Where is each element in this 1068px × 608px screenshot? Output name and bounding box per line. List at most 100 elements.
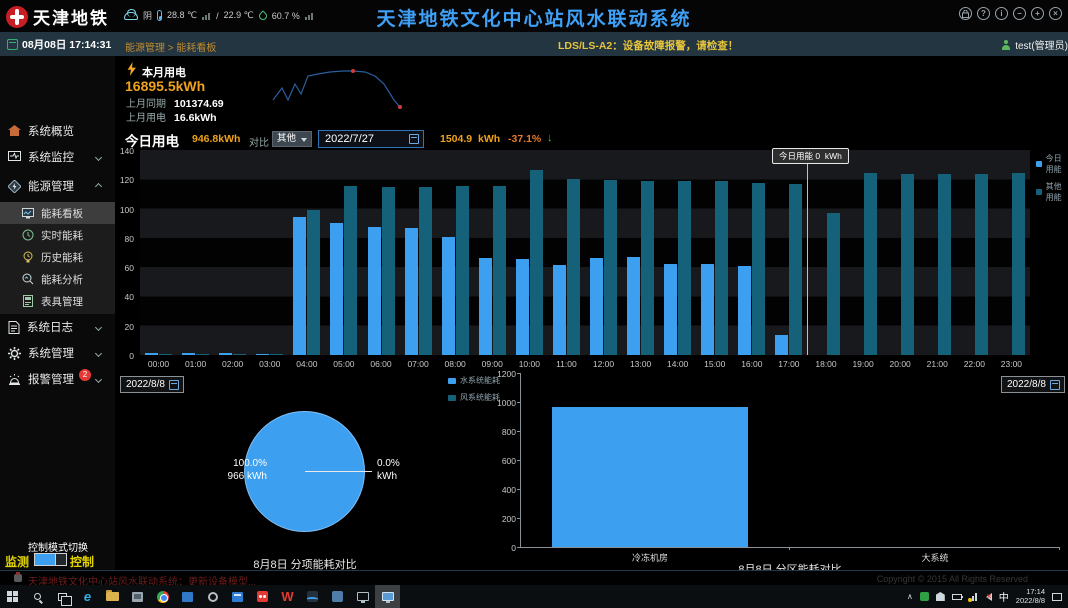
hourly-bar[interactable] — [442, 237, 455, 355]
hourly-bar[interactable] — [590, 258, 603, 355]
legend-item[interactable]: 今日用能 — [1036, 153, 1068, 175]
hourly-bar[interactable] — [678, 181, 691, 355]
settings-app[interactable] — [200, 585, 225, 608]
sidebar-item-energy-dashboard[interactable]: 能耗看板 — [0, 202, 115, 224]
info-icon[interactable]: i — [995, 7, 1008, 20]
maximize-icon[interactable]: + — [1031, 7, 1044, 20]
windows-icon — [7, 591, 18, 602]
hourly-bar[interactable] — [827, 213, 840, 355]
hourly-bar[interactable] — [864, 173, 877, 355]
network-icon[interactable] — [969, 593, 979, 601]
hourly-bar[interactable] — [738, 266, 751, 355]
start-button[interactable] — [0, 585, 25, 608]
volume-muted-icon[interactable] — [986, 593, 992, 601]
computer-app[interactable] — [350, 585, 375, 608]
sidebar-item-label: 系统监控 — [28, 149, 74, 165]
taskbar-clock[interactable]: 17:14 2022/8/8 — [1016, 588, 1045, 605]
hourly-bar[interactable] — [330, 223, 343, 355]
lock-icon[interactable] — [959, 7, 972, 20]
action-center-icon[interactable] — [1052, 593, 1062, 601]
hourly-bar[interactable] — [604, 180, 617, 355]
hourly-bar[interactable] — [293, 217, 306, 355]
hourly-bar[interactable] — [701, 264, 714, 355]
hourly-bar[interactable] — [975, 174, 988, 355]
hourly-bar[interactable] — [664, 264, 677, 355]
sidebar-item-system-settings[interactable]: 系统管理 — [0, 340, 115, 366]
tray-expand-icon[interactable]: ∧ — [907, 592, 913, 601]
task-view-button[interactable] — [50, 585, 75, 608]
compare-date-input[interactable]: 2022/7/27 — [318, 130, 424, 148]
hourly-bar[interactable] — [775, 335, 788, 356]
internet-explorer[interactable]: e — [75, 585, 100, 608]
hourly-bar[interactable] — [901, 174, 914, 355]
breadcrumb[interactable]: 能源管理 > 能耗看板 — [125, 39, 216, 54]
hourly-bar[interactable] — [270, 354, 283, 355]
taskbar-search[interactable] — [25, 585, 50, 608]
hourly-bar[interactable] — [516, 259, 529, 355]
sidebar-item-realtime-energy[interactable]: 实时能耗 — [0, 224, 115, 246]
sunlogin-app[interactable] — [250, 585, 275, 608]
legend-item[interactable]: 风系统能耗 — [448, 392, 500, 403]
file-explorer[interactable] — [100, 585, 125, 608]
ime-indicator[interactable]: 中 — [999, 589, 1009, 604]
hourly-bar[interactable] — [553, 265, 566, 355]
hourly-bar[interactable] — [641, 181, 654, 355]
help-icon[interactable]: ? — [977, 7, 990, 20]
close-icon[interactable]: × — [1049, 7, 1062, 20]
wps-app[interactable]: W — [275, 585, 300, 608]
tray-gray-icon[interactable] — [936, 592, 945, 601]
hourly-bar[interactable] — [182, 353, 195, 355]
blue-app[interactable] — [175, 585, 200, 608]
hourly-bar[interactable] — [493, 186, 506, 355]
mode-toggle[interactable] — [34, 553, 67, 566]
hourly-bar[interactable] — [530, 170, 543, 355]
sidebar-item-system-log[interactable]: 系统日志 — [0, 314, 115, 340]
hourly-bar[interactable] — [233, 354, 246, 355]
hourly-bar[interactable] — [256, 354, 269, 355]
hourly-bar[interactable] — [752, 183, 765, 355]
control-mode-label: 控制模式切换 — [28, 539, 88, 554]
minimize-icon[interactable]: − — [1013, 7, 1026, 20]
hourly-bar[interactable] — [159, 354, 172, 355]
user-menu[interactable]: test(管理员) — [1001, 37, 1068, 52]
sidebar-item-energy-analysis[interactable]: 能耗分析 — [0, 268, 115, 290]
compare-select[interactable]: 其他 — [272, 131, 312, 147]
battery-icon[interactable] — [952, 594, 962, 600]
hourly-bar[interactable] — [938, 174, 951, 355]
hourly-bar[interactable] — [196, 354, 209, 355]
sidebar-item-energy-management[interactable]: 能源管理 — [0, 173, 115, 199]
hourly-bar[interactable] — [307, 210, 320, 355]
hourly-bar[interactable] — [344, 186, 357, 355]
sidebar-item-system-monitor[interactable]: 系统监控 — [0, 144, 115, 170]
pie-date-input[interactable]: 2022/8/8 — [120, 376, 184, 393]
region-bar[interactable] — [552, 407, 748, 547]
sidebar-item-history-energy[interactable]: 历史能耗 — [0, 246, 115, 268]
sidebar-item-alarm-management[interactable]: 报警管理 2 — [0, 366, 115, 392]
hourly-bar[interactable] — [789, 184, 802, 355]
hourly-bar[interactable] — [479, 258, 492, 355]
chrome[interactable] — [150, 585, 175, 608]
legend-item[interactable]: 其他用能 — [1036, 181, 1068, 203]
hourly-bar[interactable] — [715, 181, 728, 355]
hourly-bar[interactable] — [145, 353, 158, 355]
hourly-bar[interactable] — [1012, 173, 1025, 355]
current-app[interactable] — [375, 585, 400, 608]
window-app[interactable] — [225, 585, 250, 608]
hourly-bar[interactable] — [419, 187, 432, 355]
sidebar-item-meter-management[interactable]: 表具管理 — [0, 290, 115, 312]
legend-item[interactable]: 水系统能耗 — [448, 375, 500, 386]
box-app[interactable] — [325, 585, 350, 608]
hourly-bar[interactable] — [405, 228, 418, 355]
gray-app[interactable] — [125, 585, 150, 608]
sidebar-item-system-overview[interactable]: 系统概览 — [0, 118, 115, 144]
hourly-bar[interactable] — [219, 353, 232, 355]
hourly-bar[interactable] — [456, 186, 469, 355]
hourly-bar[interactable] — [382, 187, 395, 355]
temp-high: 28.8 ℃ — [167, 10, 197, 21]
hourly-bar[interactable] — [627, 257, 640, 355]
hourly-bar[interactable] — [368, 227, 381, 355]
hourly-bar[interactable] — [567, 179, 580, 355]
swoosh-app[interactable] — [300, 585, 325, 608]
tray-green-icon[interactable] — [920, 592, 929, 601]
region-date-input[interactable]: 2022/8/8 — [1001, 376, 1065, 393]
